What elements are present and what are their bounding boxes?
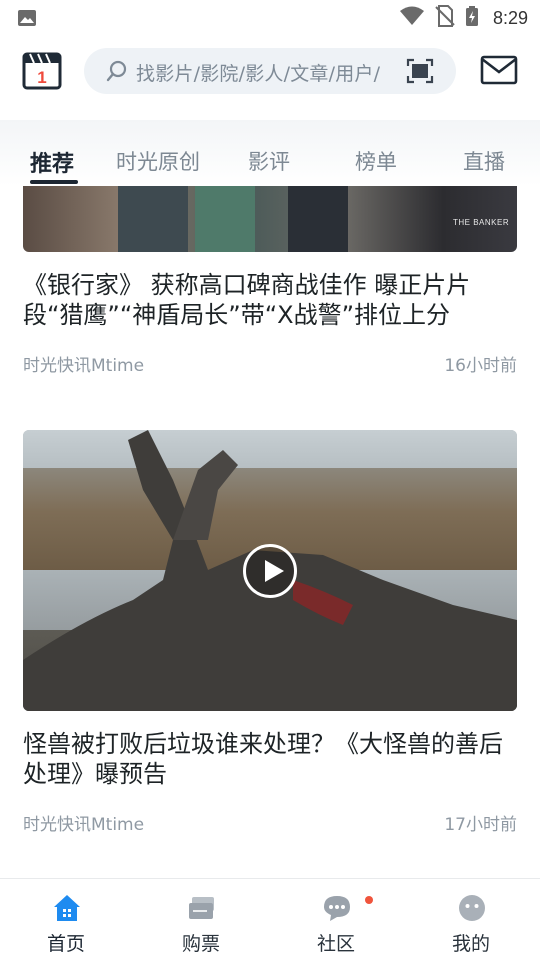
status-bar: 8:29 <box>0 0 540 36</box>
article-source: 时光快讯Mtime <box>23 356 145 376</box>
notification-badge <box>365 896 373 904</box>
calendar-day: 1 <box>37 68 46 87</box>
tab-recommend[interactable]: 推荐 <box>30 146 74 178</box>
calendar-icon[interactable]: 1 <box>22 50 62 90</box>
nav-community[interactable]: 社区 <box>296 893 376 955</box>
no-sim-icon <box>435 5 455 31</box>
figure <box>195 186 255 252</box>
tab-live[interactable]: 直播 <box>463 146 505 176</box>
image-icon <box>17 9 37 31</box>
figure <box>288 186 348 252</box>
nav-profile[interactable]: 我的 <box>431 893 511 955</box>
nav-label: 购票 <box>181 933 220 955</box>
nav-label: 社区 <box>316 933 355 955</box>
tab-mtime-original[interactable]: 时光原创 <box>116 146 200 176</box>
news-feed[interactable]: THE BANKER 《银行家》 获称高口碑商战佳作 曝正片片段“猎鹰”“神盾局… <box>0 186 540 878</box>
article-title[interactable]: 《银行家》 获称高口碑商战佳作 曝正片片段“猎鹰”“神盾局长”带“X战警”排位上… <box>23 270 517 330</box>
wifi-icon <box>399 6 425 30</box>
ticket-icon <box>187 893 217 923</box>
mail-icon[interactable] <box>480 54 518 90</box>
tab-reviews[interactable]: 影评 <box>248 146 290 176</box>
play-icon <box>265 560 284 582</box>
article-title[interactable]: 怪兽被打败后垃圾谁来处理？《大怪兽的善后处理》曝预告 <box>23 729 517 789</box>
bottom-navigation: 首页 购票 社区 我的 <box>0 878 540 960</box>
battery-charging-icon <box>465 5 479 31</box>
article-time: 17小时前 <box>444 815 517 835</box>
category-tabs: 推荐 时光原创 影评 榜单 直播 <box>0 120 540 186</box>
figure <box>118 186 188 252</box>
article-time: 16小时前 <box>444 356 517 376</box>
clock: 8:29 <box>492 7 528 28</box>
search-bar[interactable]: 找影片/影院/影人/文章/用户/ <box>84 48 456 94</box>
play-button[interactable] <box>243 544 297 598</box>
article-thumbnail[interactable]: THE BANKER <box>23 186 517 252</box>
nav-tickets[interactable]: 购票 <box>161 893 241 955</box>
home-icon <box>52 893 82 923</box>
article-source: 时光快讯Mtime <box>23 815 145 835</box>
nav-label: 我的 <box>451 933 490 955</box>
image-caption: THE BANKER <box>453 218 510 227</box>
scan-icon[interactable] <box>406 58 434 88</box>
search-input[interactable]: 找影片/影院/影人/文章/用户/ <box>136 59 380 86</box>
tab-rankings[interactable]: 榜单 <box>355 146 397 176</box>
chat-icon <box>322 893 352 923</box>
search-icon <box>106 60 128 86</box>
top-header: 1 找影片/影院/影人/文章/用户/ <box>0 36 540 120</box>
profile-icon <box>457 893 487 923</box>
video-thumbnail[interactable] <box>23 430 517 711</box>
nav-home[interactable]: 首页 <box>26 893 106 955</box>
nav-label: 首页 <box>46 933 85 955</box>
active-tab-indicator <box>30 180 78 184</box>
